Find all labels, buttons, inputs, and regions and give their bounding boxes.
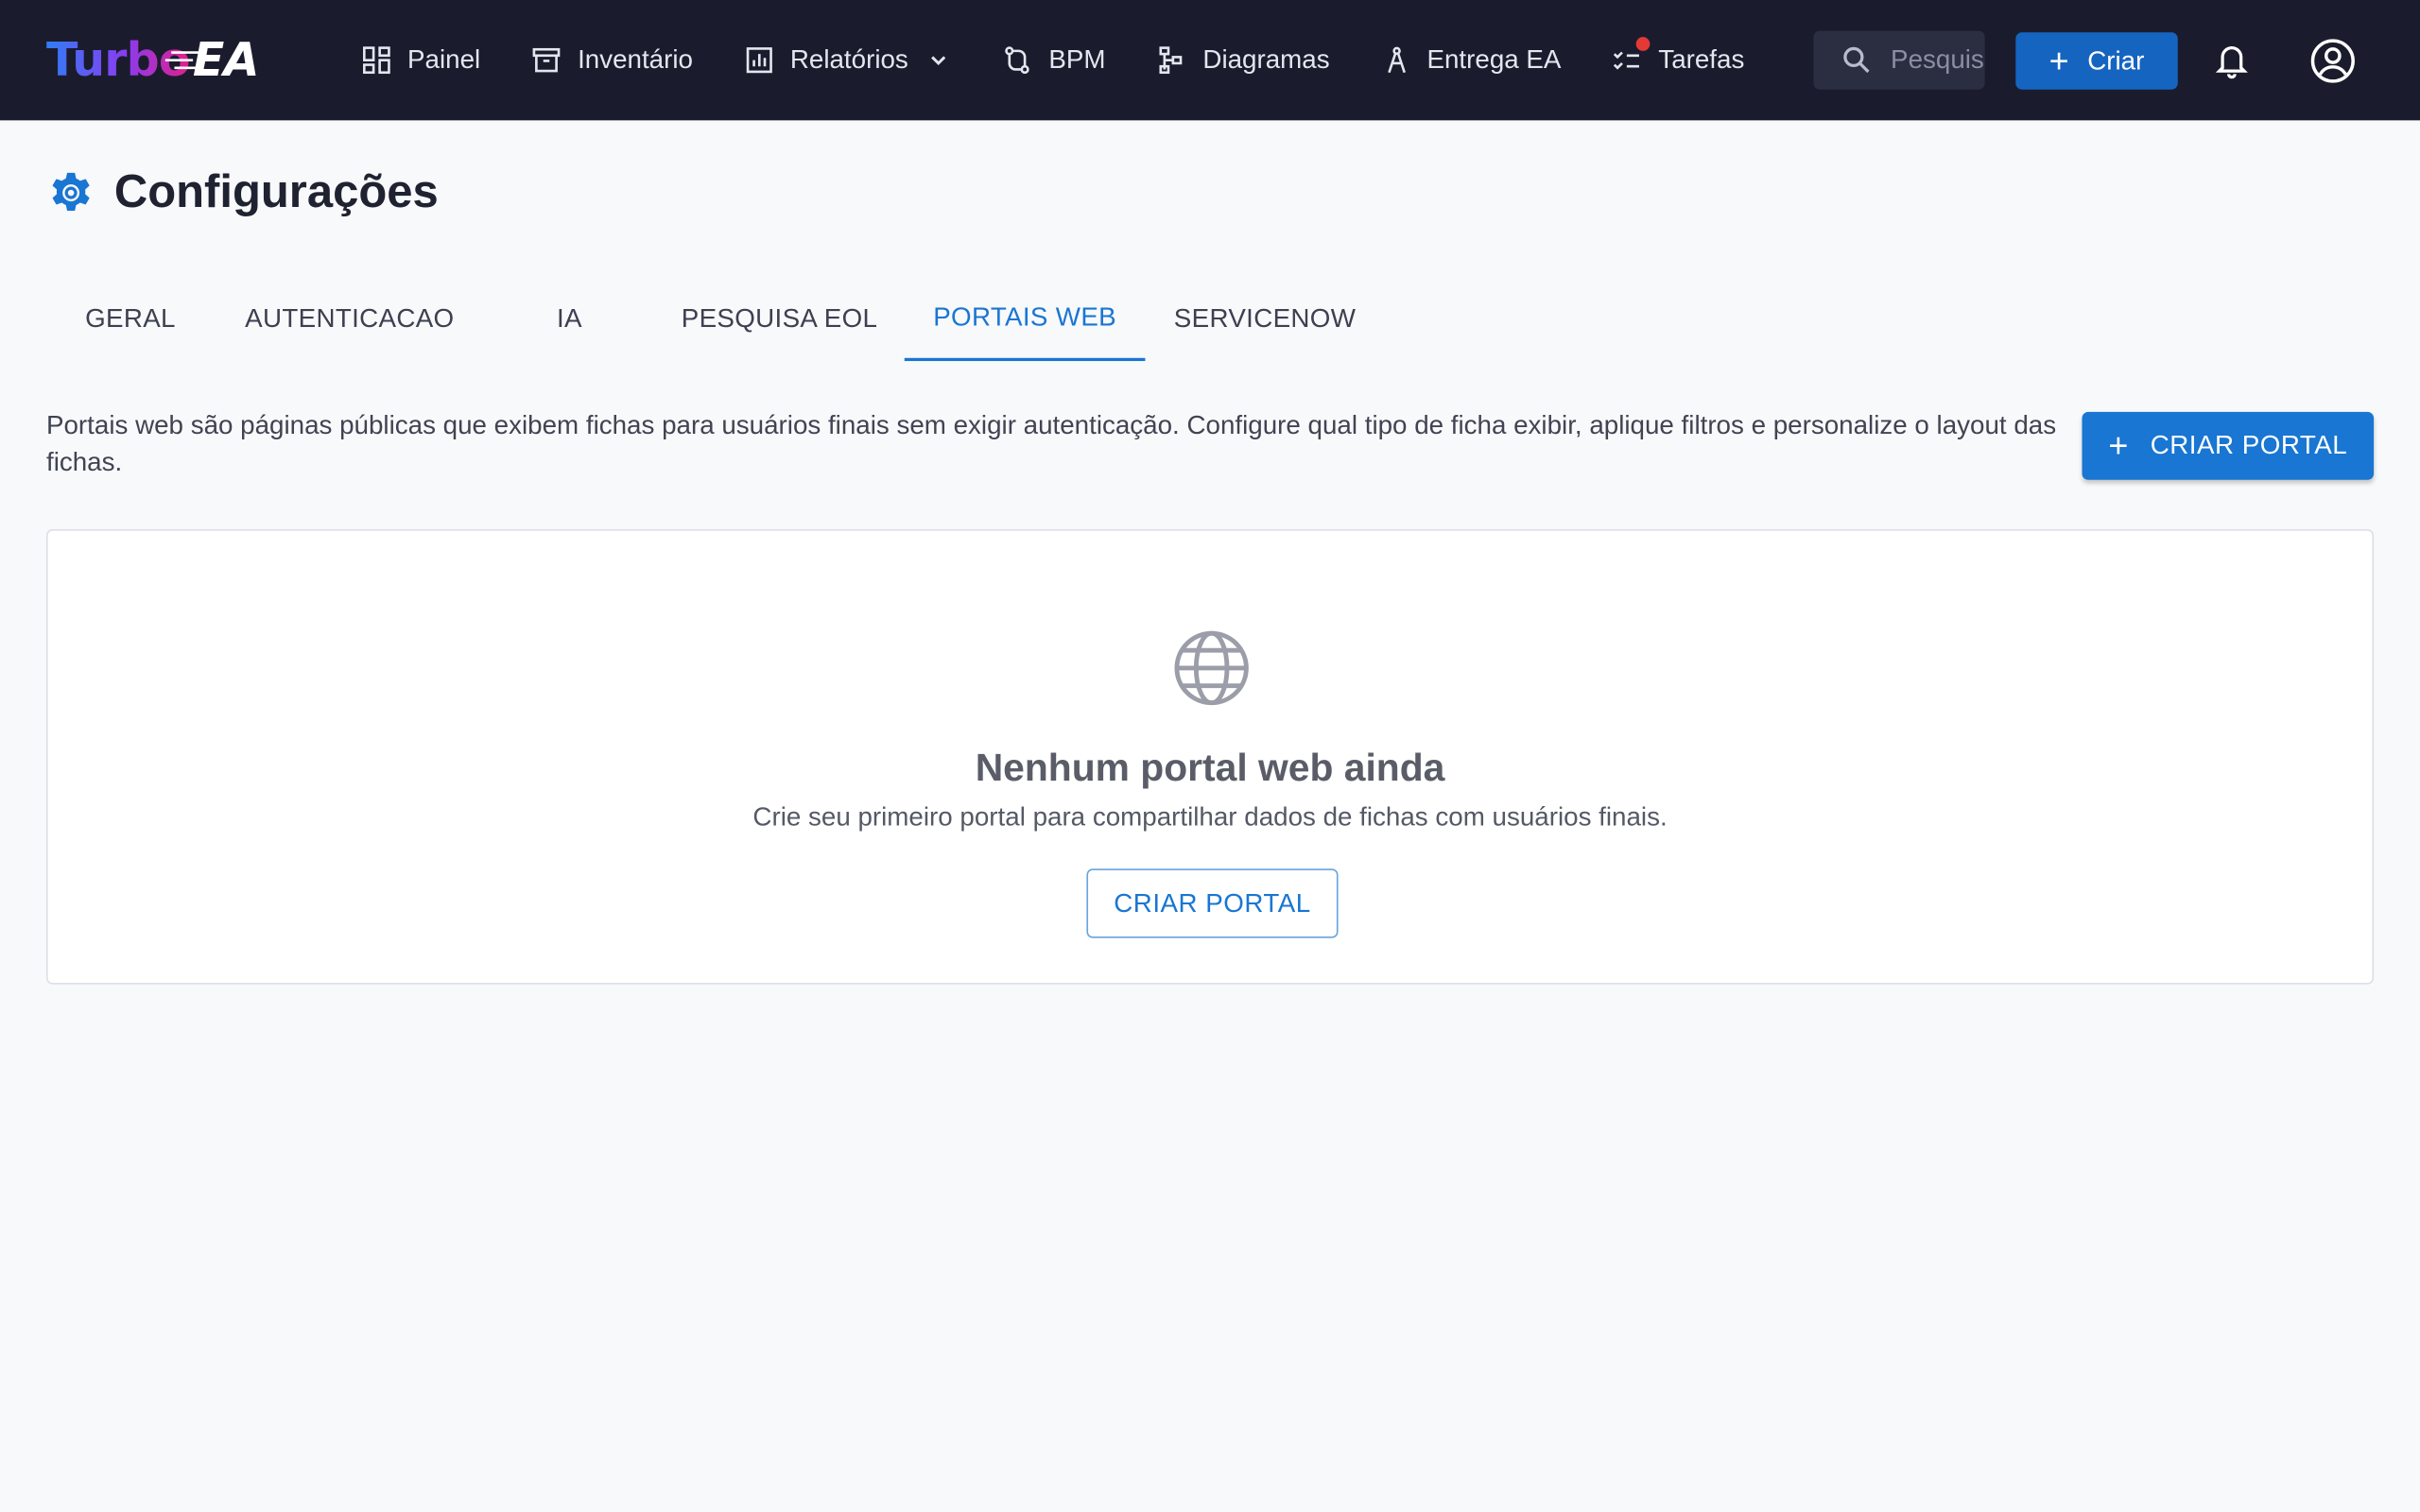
logo-text-ea: EA xyxy=(164,33,260,88)
dashboard-icon xyxy=(363,46,390,75)
nav-item-entrega-ea[interactable]: Entrega EA xyxy=(1381,29,1562,91)
page-title-text: Configurações xyxy=(113,166,439,218)
nav-item-tarefas[interactable]: Tarefas xyxy=(1612,29,1744,91)
compass-icon xyxy=(1387,46,1406,74)
gear-icon xyxy=(52,172,90,212)
tab-servicenow[interactable]: SERVICENOW xyxy=(1145,278,1384,361)
turbo-ea-logo[interactable]: Turbo EA xyxy=(46,31,260,90)
account-button[interactable] xyxy=(2308,36,2357,85)
diagram-icon xyxy=(1160,46,1183,75)
route-icon xyxy=(1006,46,1030,75)
top-navigation-bar: Turbo EA Painel Inventário Relatórios BP… xyxy=(0,0,2420,121)
plus-icon: + xyxy=(2108,425,2129,465)
create-button-label: Criar xyxy=(2087,45,2145,76)
nav-item-label: BPM xyxy=(1048,44,1106,75)
nav-item-label: Inventário xyxy=(578,44,693,75)
report-icon xyxy=(746,47,772,74)
empty-state-card: Nenhum portal web ainda Crie seu primeir… xyxy=(45,529,2375,985)
tab-portais-web[interactable]: PORTAIS WEB xyxy=(904,278,1146,362)
app-root: Turbo EA Painel Inventário Relatórios BP… xyxy=(0,0,2420,1512)
nav-item-diagramas[interactable]: Diagramas xyxy=(1156,29,1330,91)
nav-item-bpm[interactable]: BPM xyxy=(1002,29,1106,91)
tab-geral[interactable]: GERAL xyxy=(46,278,215,361)
search-input[interactable] xyxy=(1891,44,1984,77)
nav-item-label: Painel xyxy=(407,44,481,75)
tab-autenticacao[interactable]: AUTENTICACAO xyxy=(215,278,485,361)
create-portal-button-label: CRIAR PORTAL xyxy=(2150,430,2348,460)
globe-icon xyxy=(1174,630,1249,706)
empty-state-subtitle: Crie seu primeiro portal para compartilh… xyxy=(752,802,1668,833)
tab-ia[interactable]: IA xyxy=(485,278,655,361)
nav-item-relatorios[interactable]: Relatórios xyxy=(744,29,952,91)
search-icon xyxy=(1843,46,1870,74)
empty-state-create-portal-button[interactable]: CRIAR PORTAL xyxy=(1086,868,1339,938)
nav-item-label: Relatórios xyxy=(789,44,908,75)
settings-tabs: GERAL AUTENTICACAO IA PESQUISA EOL PORTA… xyxy=(46,278,1385,364)
logo-text-ea-label: EA xyxy=(192,33,260,88)
empty-state-title: Nenhum portal web ainda xyxy=(975,747,1445,790)
chevron-down-icon xyxy=(931,56,947,66)
nav-item-label: Tarefas xyxy=(1658,44,1745,75)
plus-icon: + xyxy=(2048,41,2069,80)
page-title: Configurações xyxy=(46,166,439,219)
main-nav: Painel Inventário Relatórios BPM Diagram… xyxy=(361,0,1744,120)
tab-pesquisa-eol[interactable]: PESQUISA EOL xyxy=(654,278,904,361)
section-description: Portais web são páginas públicas que exi… xyxy=(45,410,2057,477)
nav-item-inventario[interactable]: Inventário xyxy=(531,29,693,91)
create-button[interactable]: + Criar xyxy=(2015,32,2178,90)
bell-icon xyxy=(2215,45,2248,79)
archive-icon xyxy=(533,47,561,73)
notifications-button[interactable] xyxy=(2207,36,2256,85)
speed-lines-icon xyxy=(164,50,199,69)
search-box[interactable] xyxy=(1813,30,1985,90)
nav-item-label: Diagramas xyxy=(1202,44,1330,75)
notification-dot xyxy=(1636,37,1651,51)
nav-item-label: Entrega EA xyxy=(1426,44,1562,75)
account-circle-icon xyxy=(2309,38,2355,82)
create-portal-button[interactable]: + CRIAR PORTAL xyxy=(2082,411,2375,480)
nav-item-painel[interactable]: Painel xyxy=(361,29,480,91)
